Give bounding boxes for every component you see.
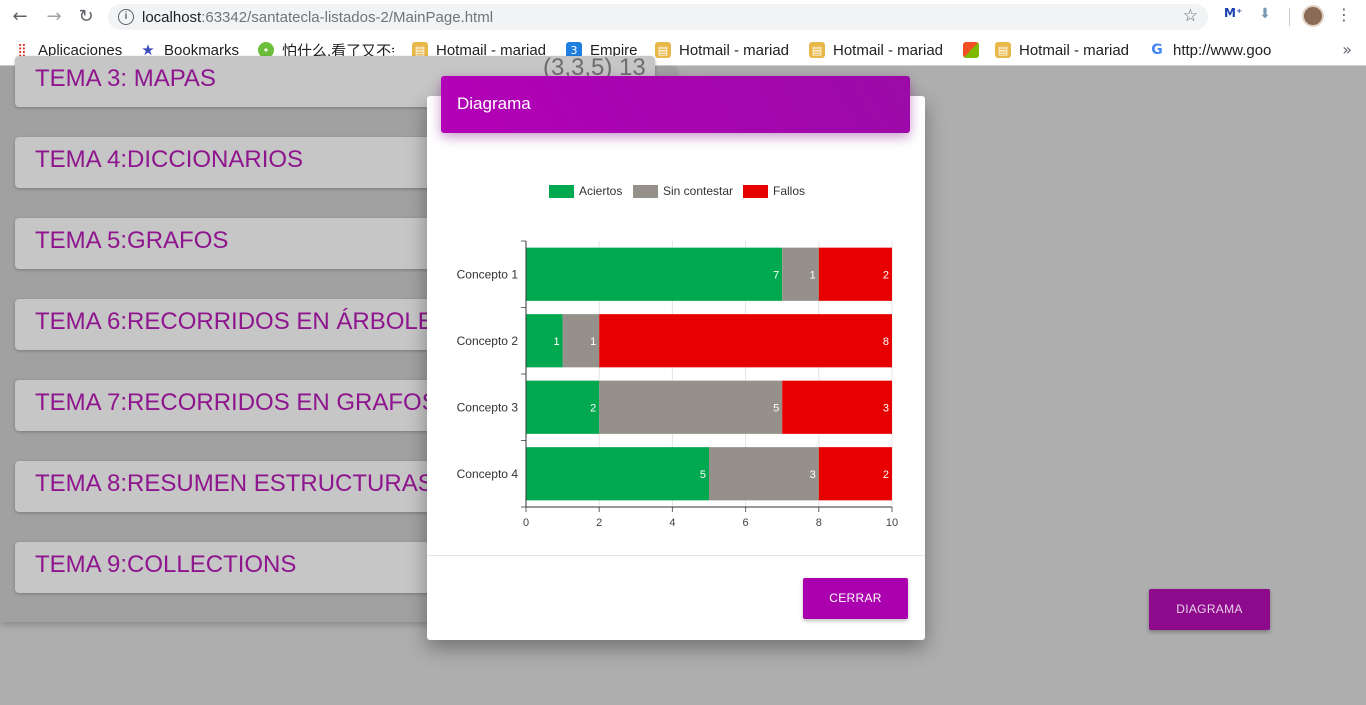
extension-movistar-icon[interactable]: M⁺: [1224, 6, 1242, 20]
bookmark-item[interactable]: [963, 40, 983, 60]
bookmark-label: Hotmail - mariad: [1019, 41, 1130, 59]
url-text: localhost:63342/santatecla-listados-2/Ma…: [142, 9, 493, 26]
bar-value-label: 2: [883, 469, 889, 481]
bar-segment: [526, 247, 783, 301]
legend-label: Sin contestar: [663, 184, 733, 198]
back-icon[interactable]: ←: [8, 5, 32, 29]
bookmark-item[interactable]: ▤ Hotmail - mariad: [809, 40, 945, 60]
tema-title: TEMA 3: MAPAS: [35, 65, 216, 92]
hotmail-icon: ▤: [995, 42, 1011, 58]
bar-value-label: 1: [810, 269, 816, 281]
tema-title: TEMA 6:RECORRIDOS EN ÁRBOLES: [35, 308, 450, 335]
bar-value-label: 5: [773, 402, 779, 414]
dialog-divider: [427, 555, 925, 556]
address-bar[interactable]: i localhost:63342/santatecla-listados-2/…: [108, 4, 1208, 30]
x-tick-label: 0: [523, 517, 529, 529]
legend-swatch: [633, 185, 658, 198]
bar-value-label: 1: [590, 336, 596, 348]
menu-kebab-icon[interactable]: ⋮: [1336, 5, 1352, 24]
tema-title: TEMA 7:RECORRIDOS EN GRAFOS: [35, 389, 438, 416]
bar-segment: [709, 447, 819, 501]
bar-value-label: 1: [553, 336, 559, 348]
legend-swatch: [549, 185, 574, 198]
tema-title: TEMA 5:GRAFOS: [35, 227, 229, 254]
x-tick-label: 8: [816, 517, 822, 529]
tema-title: TEMA 4:DICCIONARIOS: [35, 146, 304, 173]
close-button[interactable]: CERRAR: [803, 578, 908, 619]
bookmark-label: http://www.goo: [1173, 41, 1272, 59]
bar-segment: [526, 380, 600, 434]
bar-value-label: 2: [883, 269, 889, 281]
bar-value-label: 5: [700, 469, 706, 481]
legend-label: Fallos: [773, 184, 805, 198]
dialog-header: Diagrama: [441, 76, 910, 133]
bar-segment: [782, 380, 892, 434]
bar-segment: [599, 314, 892, 368]
dialog-title: Diagrama: [457, 94, 531, 113]
download-icon[interactable]: ⬇: [1256, 6, 1274, 22]
bookmark-label: Hotmail - mariad: [679, 41, 790, 59]
category-label: Concepto 1: [457, 267, 519, 281]
diagrama-button[interactable]: DIAGRAMA: [1149, 589, 1270, 630]
profile-avatar[interactable]: [1302, 5, 1324, 27]
bookmark-label: Hotmail - mariad: [833, 41, 944, 59]
legend-label: Aciertos: [579, 184, 622, 198]
bookmark-item[interactable]: ▤ Hotmail - mariad: [655, 40, 791, 60]
x-tick-label: 10: [886, 517, 898, 529]
more-bookmarks-icon[interactable]: »: [1342, 40, 1352, 59]
bookmark-item[interactable]: ▤ Hotmail - mariad: [995, 40, 1131, 60]
browser-toolbar: ← → ↻ i localhost:63342/santatecla-lista…: [0, 0, 1366, 33]
windows-icon: [963, 42, 979, 58]
diagram-dialog: 0 2 4 6 8 10 7 1 2 Concepto 1 1 1 8 Concepto 2 2 5 3 Conc…: [427, 96, 925, 640]
bar-value-label: 8: [883, 336, 889, 348]
bar-segment: [599, 380, 783, 434]
bookmark-item[interactable]: G http://www.goo: [1149, 40, 1285, 60]
url-host: localhost: [142, 9, 202, 26]
tema-title: TEMA 9:COLLECTIONS: [35, 551, 297, 578]
category-label: Concepto 4: [457, 467, 519, 481]
bar-segment: [818, 447, 892, 501]
bar-segment: [818, 247, 892, 301]
x-tick-label: 6: [743, 517, 749, 529]
reload-icon[interactable]: ↻: [74, 5, 98, 29]
hotmail-icon: ▤: [655, 42, 671, 58]
url-path: :63342/santatecla-listados-2/MainPage.ht…: [201, 9, 494, 26]
x-tick-label: 2: [596, 517, 602, 529]
legend-swatch: [743, 185, 768, 198]
hotmail-icon: ▤: [809, 42, 825, 58]
stacked-bar-chart: 0 2 4 6 8 10 7 1 2 Concepto 1 1 1 8 Concepto 2 2 5 3 Conc…: [457, 184, 899, 529]
forward-icon[interactable]: →: [42, 5, 66, 29]
category-label: Concepto 3: [457, 400, 519, 414]
google-icon: G: [1151, 42, 1163, 58]
category-label: Concepto 2: [457, 334, 519, 348]
bar-value-label: 7: [773, 269, 779, 281]
info-icon[interactable]: i: [118, 9, 134, 25]
bar-value-label: 3: [883, 402, 889, 414]
bar-value-label: 2: [590, 402, 596, 414]
bar-segment: [526, 447, 709, 501]
bookmark-star-icon[interactable]: ☆: [1183, 6, 1198, 26]
bar-value-label: 3: [810, 469, 816, 481]
toolbar-divider: [1289, 8, 1290, 26]
x-tick-label: 4: [669, 517, 675, 529]
